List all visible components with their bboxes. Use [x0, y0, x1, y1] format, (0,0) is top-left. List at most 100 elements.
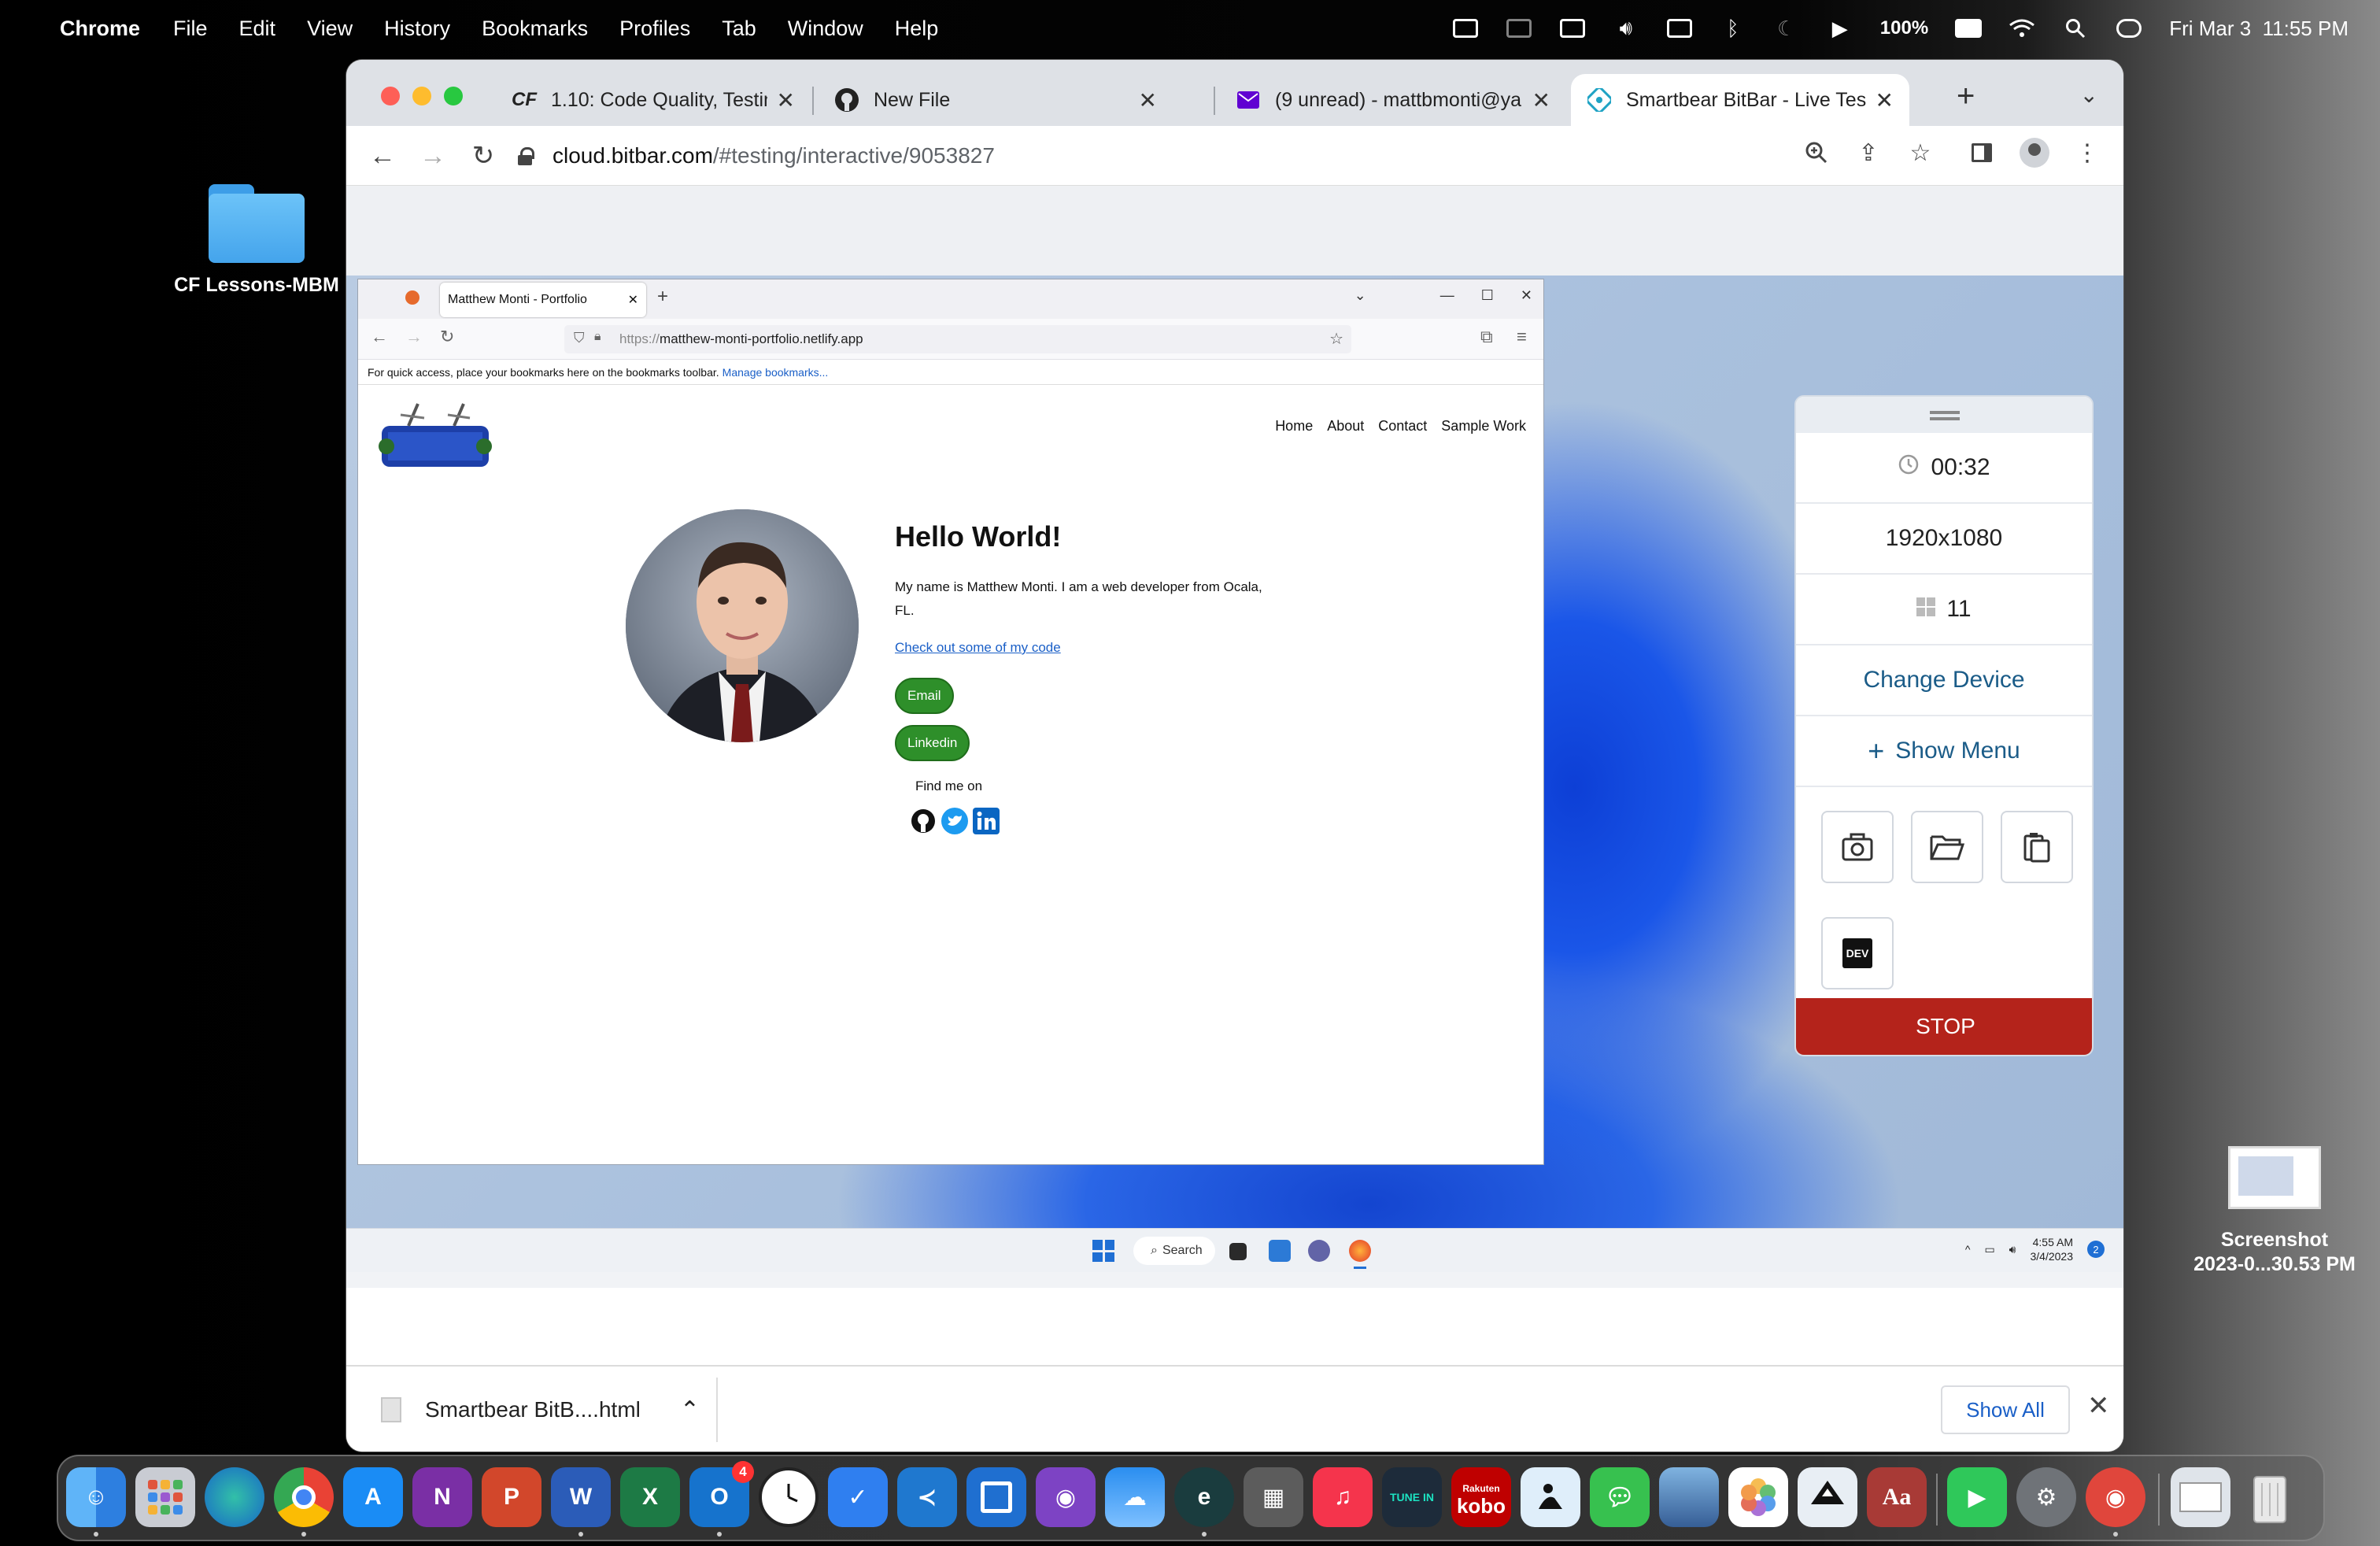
excel-icon[interactable]: X: [620, 1467, 680, 1527]
onenote-icon[interactable]: N: [412, 1467, 472, 1527]
close-icon[interactable]: ✕: [1521, 287, 1532, 304]
windows-start-icon[interactable]: [1092, 1240, 1114, 1262]
menu-bar-clock[interactable]: Fri Mar 3 11:55 PM: [2169, 17, 2349, 41]
menu-window[interactable]: Window: [788, 17, 863, 41]
tab-close-icon[interactable]: ✕: [1532, 87, 1550, 113]
facetime-icon[interactable]: ▶: [1947, 1467, 2007, 1527]
tab-github-new-file[interactable]: New File ✕: [819, 74, 1173, 126]
sidecar-icon[interactable]: [1506, 18, 1532, 39]
minimize-window-button[interactable]: [412, 87, 431, 105]
volume-icon[interactable]: 🔊︎: [2009, 1243, 2016, 1256]
list-tabs-chevron-icon[interactable]: ⌄: [1354, 287, 1366, 304]
tab-smartbear-bitbar[interactable]: Smartbear BitBar - Live Testi ✕: [1571, 74, 1909, 126]
network-icon[interactable]: ▭: [1984, 1243, 1994, 1256]
tab-close-icon[interactable]: ✕: [1139, 87, 1157, 113]
spotlight-search-icon[interactable]: [2062, 18, 2089, 39]
tasks-check-icon[interactable]: ✓: [828, 1467, 888, 1527]
file-upload-button[interactable]: [1911, 811, 1983, 883]
github-desktop-icon[interactable]: ◉: [1036, 1467, 1096, 1527]
word-icon[interactable]: W: [551, 1467, 611, 1527]
chrome-icon[interactable]: [274, 1467, 334, 1527]
manage-bookmarks-link[interactable]: Manage bookmarks...: [722, 366, 829, 379]
code-link[interactable]: Check out some of my code: [895, 640, 1061, 656]
edge-browser-icon[interactable]: [205, 1467, 264, 1527]
linkedin-button[interactable]: Linkedin: [895, 725, 970, 761]
site-logo[interactable]: [377, 399, 495, 475]
dictionary-icon[interactable]: Aa: [1867, 1467, 1927, 1527]
widgets-icon[interactable]: [1269, 1240, 1291, 1262]
tunein-icon[interactable]: TUNE IN: [1382, 1467, 1442, 1527]
lock-icon[interactable]: 🔒︎: [594, 330, 601, 344]
show-menu-button[interactable]: + Show Menu: [1796, 716, 2092, 787]
tray-chevron-icon[interactable]: ^: [1965, 1243, 1971, 1256]
zoom-magnifier-icon[interactable]: [1802, 137, 1831, 168]
screen-recorder-icon[interactable]: ◉: [2086, 1467, 2145, 1527]
menu-view[interactable]: View: [307, 17, 353, 41]
bookmark-star-icon[interactable]: ☆: [1329, 329, 1343, 349]
menu-edit[interactable]: Edit: [239, 17, 276, 41]
panel-drag-handle[interactable]: [1796, 397, 2092, 433]
trash-icon[interactable]: [2240, 1467, 2300, 1527]
music-icon[interactable]: ♫: [1313, 1467, 1373, 1527]
preview-icon[interactable]: [1659, 1467, 1719, 1527]
tab-close-icon[interactable]: ✕: [628, 292, 638, 308]
nav-contact-link[interactable]: Contact: [1378, 418, 1427, 435]
menu-tab[interactable]: Tab: [722, 17, 756, 41]
maximize-icon[interactable]: ☐: [1481, 287, 1494, 304]
tab-close-icon[interactable]: ✕: [777, 87, 795, 113]
screenshot-camera-button[interactable]: [1821, 811, 1894, 883]
tab-close-icon[interactable]: ✕: [1876, 87, 1894, 113]
profile-avatar[interactable]: [2020, 138, 2049, 168]
reload-icon[interactable]: ↻: [440, 327, 454, 347]
remote-device-screen[interactable]: Matthew Monti - Portfolio ✕ + ⌄ — ☐ ✕ ← …: [346, 276, 2123, 1288]
nav-home-link[interactable]: Home: [1275, 418, 1313, 435]
forward-arrow-icon[interactable]: →: [414, 137, 452, 175]
volume-icon[interactable]: 🔊︎: [1613, 16, 1639, 39]
menu-bookmarks[interactable]: Bookmarks: [482, 17, 588, 41]
download-item[interactable]: Smartbear BitB....html ⌃: [381, 1367, 700, 1452]
messages-icon[interactable]: 💬︎: [1590, 1467, 1650, 1527]
menu-profiles[interactable]: Profiles: [619, 17, 690, 41]
app-store-icon[interactable]: A: [343, 1467, 403, 1527]
wifi-icon[interactable]: [2009, 18, 2035, 39]
menu-app-name[interactable]: Chrome: [60, 17, 140, 41]
share-icon[interactable]: ⇪: [1854, 137, 1883, 168]
kobo-icon[interactable]: Rakuten kobo: [1451, 1467, 1511, 1527]
github-icon[interactable]: [909, 807, 937, 835]
tab-search-chevron-icon[interactable]: ⌄: [2080, 82, 2098, 108]
nav-about-link[interactable]: About: [1327, 418, 1364, 435]
taskbar-search[interactable]: ⌕ Search: [1133, 1237, 1215, 1265]
weather-icon[interactable]: ☁: [1105, 1467, 1165, 1527]
bookmark-star-icon[interactable]: ☆: [1906, 137, 1935, 168]
new-tab-icon[interactable]: +: [657, 286, 668, 308]
nav-sample-work-link[interactable]: Sample Work: [1441, 418, 1526, 435]
desktop-folder[interactable]: CF Lessons-MBM: [170, 184, 343, 297]
control-center-icon[interactable]: [2116, 18, 2142, 39]
firefox-url-bar[interactable]: https://matthew-monti-portfolio.netlify.…: [564, 325, 1351, 353]
battery-icon[interactable]: [1955, 18, 1983, 39]
twitter-icon[interactable]: [941, 807, 969, 835]
close-shelf-icon[interactable]: ✕: [2087, 1390, 2110, 1422]
forward-arrow-icon[interactable]: →: [405, 327, 423, 347]
inkscape-icon[interactable]: [1798, 1467, 1857, 1527]
powerpoint-icon[interactable]: P: [482, 1467, 541, 1527]
address-bar[interactable]: cloud.bitbar.com/#testing/interactive/90…: [518, 126, 995, 186]
back-arrow-icon[interactable]: ←: [364, 137, 401, 175]
teams-chat-icon[interactable]: [1308, 1240, 1330, 1262]
zoom-window-button[interactable]: [444, 87, 463, 105]
menu-history[interactable]: History: [384, 17, 450, 41]
dev-tools-button[interactable]: DEV: [1821, 917, 1894, 989]
system-settings-icon[interactable]: ⚙: [2016, 1467, 2076, 1527]
kindle-reader-icon[interactable]: [1521, 1467, 1580, 1527]
lock-icon[interactable]: [518, 147, 534, 165]
firefox-icon[interactable]: [1349, 1240, 1371, 1262]
downloads-stack-icon[interactable]: [2171, 1467, 2230, 1527]
change-device-button[interactable]: Change Device: [1796, 645, 2092, 716]
vscode-icon[interactable]: ≺: [897, 1467, 957, 1527]
firefox-tab-portfolio[interactable]: Matthew Monti - Portfolio ✕: [440, 283, 646, 317]
side-panel-icon[interactable]: [1968, 137, 1996, 168]
menu-file[interactable]: File: [173, 17, 208, 41]
taskbar-clock[interactable]: 4:55 AM 3/4/2023: [2031, 1235, 2074, 1263]
notification-badge[interactable]: 2: [2087, 1241, 2105, 1258]
back-arrow-icon[interactable]: ←: [371, 327, 388, 347]
